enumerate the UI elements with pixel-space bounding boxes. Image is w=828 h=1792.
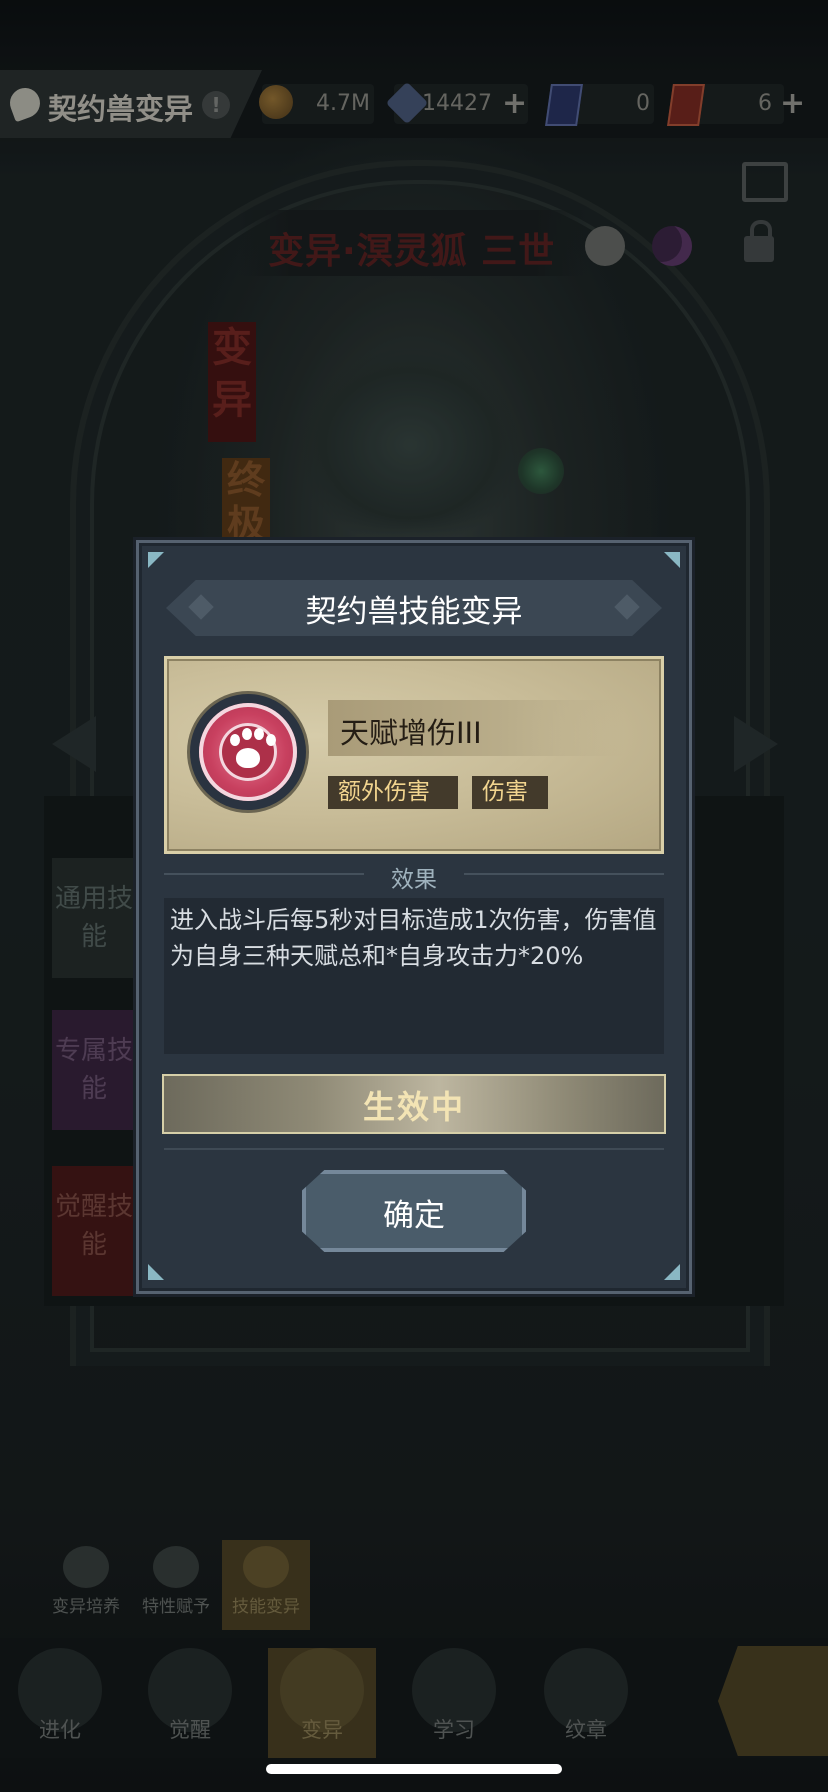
- skill-tag: 额外伤害: [328, 776, 458, 809]
- effect-text: 进入战斗后每5秒对目标造成1次伤害，伤害值为自身三种天赋总和*自身攻击力*20%: [170, 906, 657, 970]
- paw-toe: [242, 728, 252, 740]
- modal-title: 契约兽技能变异: [305, 594, 523, 630]
- active-status-label: 生效中: [362, 1088, 465, 1126]
- paw-pad: [236, 748, 260, 768]
- confirm-label: 确定: [383, 1198, 445, 1234]
- effect-label: 效果: [391, 867, 437, 893]
- skill-name: 天赋增伤III: [340, 716, 482, 750]
- paw-toe: [230, 734, 240, 746]
- paw-toe: [254, 728, 264, 740]
- skill-tag: 伤害: [472, 776, 548, 809]
- paw-toe: [266, 734, 276, 746]
- divider-line: [164, 1148, 664, 1150]
- home-indicator[interactable]: [266, 1764, 562, 1774]
